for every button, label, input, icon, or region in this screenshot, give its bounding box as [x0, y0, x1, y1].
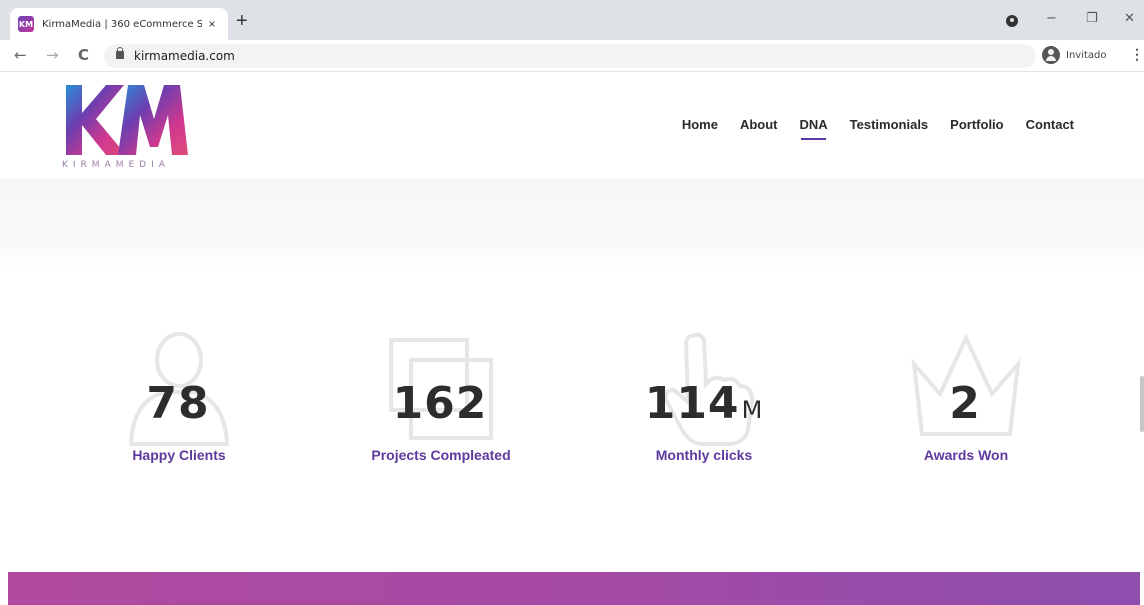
stat-value: 78 — [146, 378, 210, 429]
restore-button[interactable]: ❐ — [1086, 11, 1098, 26]
main-nav: Home About DNA Testimonials Portfolio Co… — [660, 117, 1074, 140]
nav-about[interactable]: About — [740, 117, 778, 132]
back-button[interactable]: ← — [14, 46, 27, 64]
profile-label: Invitado — [1066, 49, 1107, 61]
extension-icon[interactable] — [1006, 15, 1018, 27]
favicon-icon: KM — [18, 16, 34, 32]
stat-label: Monthly clicks — [655, 447, 753, 463]
stat-label: Projects Compleated — [371, 447, 511, 463]
site-logo[interactable]: KIRMAMEDIA — [62, 83, 194, 171]
footer-banner — [8, 572, 1140, 605]
tab-close-icon[interactable]: × — [204, 17, 220, 31]
url-text: kirmamedia.com — [134, 49, 235, 63]
site-header: KIRMAMEDIA Home About DNA Testimonials P… — [0, 73, 1144, 179]
browser-tab[interactable]: KM KirmaMedia | 360 eCommerce S × — [10, 8, 228, 40]
section-divider-band — [0, 179, 1144, 273]
new-tab-button[interactable]: + — [236, 11, 248, 31]
lock-icon — [116, 47, 124, 59]
minimize-button[interactable]: − — [1046, 11, 1057, 26]
browser-toolbar: ← → C kirmamedia.com Invitado ⋮ — [0, 40, 1144, 72]
stat-label: Awards Won — [923, 447, 1009, 463]
nav-portfolio[interactable]: Portfolio — [950, 117, 1003, 132]
stats-section: 78 Happy Clients 162 Projects Compleated… — [0, 330, 1144, 480]
nav-home[interactable]: Home — [682, 117, 718, 132]
scrollbar-thumb[interactable] — [1140, 376, 1144, 432]
stat-projects: 162 Projects Compleated — [341, 330, 541, 480]
browser-menu-icon[interactable]: ⋮ — [1130, 46, 1144, 63]
stat-value: 2 — [949, 378, 981, 429]
forward-button[interactable]: → — [46, 46, 59, 64]
km-logo-mark — [66, 85, 188, 155]
address-bar[interactable]: kirmamedia.com — [104, 44, 1036, 68]
stat-value: 114M — [644, 378, 764, 429]
nav-contact[interactable]: Contact — [1026, 117, 1074, 132]
nav-testimonials[interactable]: Testimonials — [850, 117, 929, 132]
nav-dna[interactable]: DNA — [799, 117, 828, 140]
tab-title: KirmaMedia | 360 eCommerce S — [42, 18, 202, 30]
stat-value: 162 — [392, 378, 488, 429]
browser-tab-strip: KM KirmaMedia | 360 eCommerce S × + − ❐ … — [0, 0, 1144, 40]
window-close-button[interactable]: ✕ — [1124, 11, 1135, 26]
stat-monthly-clicks: 114M Monthly clicks — [604, 330, 804, 480]
brand-wordmark: KIRMAMEDIA — [62, 160, 170, 170]
profile-avatar-icon — [1042, 46, 1060, 64]
profile-button[interactable]: Invitado — [1042, 46, 1107, 64]
stat-label: Happy Clients — [132, 447, 226, 463]
stat-happy-clients: 78 Happy Clients — [79, 330, 279, 480]
stat-awards: 2 Awards Won — [866, 330, 1066, 480]
reload-button[interactable]: C — [78, 46, 89, 64]
